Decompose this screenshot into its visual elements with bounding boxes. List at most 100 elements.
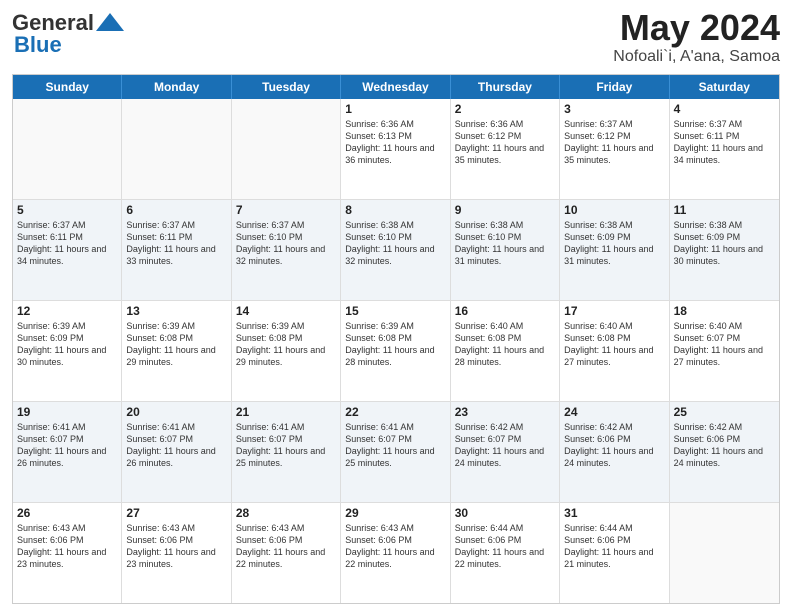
day-number: 29	[345, 506, 445, 520]
calendar-header: Sunday Monday Tuesday Wednesday Thursday…	[13, 75, 779, 99]
day-info: Sunrise: 6:43 AM Sunset: 6:06 PM Dayligh…	[236, 522, 336, 571]
calendar-week-5: 26 Sunrise: 6:43 AM Sunset: 6:06 PM Dayli…	[13, 502, 779, 603]
calendar-cell: 17 Sunrise: 6:40 AM Sunset: 6:08 PM Dayli…	[560, 301, 669, 401]
calendar-cell: 8 Sunrise: 6:38 AM Sunset: 6:10 PM Daylig…	[341, 200, 450, 300]
calendar-cell: 28 Sunrise: 6:43 AM Sunset: 6:06 PM Dayli…	[232, 503, 341, 603]
day-number: 27	[126, 506, 226, 520]
day-info: Sunrise: 6:41 AM Sunset: 6:07 PM Dayligh…	[345, 421, 445, 470]
day-info: Sunrise: 6:36 AM Sunset: 6:12 PM Dayligh…	[455, 118, 555, 167]
calendar-cell: 5Sunrise: 6:37 AM Sunset: 6:11 PM Daylig…	[13, 200, 122, 300]
day-number: 5	[17, 203, 117, 217]
calendar-cell: 3 Sunrise: 6:37 AM Sunset: 6:12 PM Daylig…	[560, 99, 669, 199]
calendar: Sunday Monday Tuesday Wednesday Thursday…	[12, 74, 780, 604]
day-info: Sunrise: 6:40 AM Sunset: 6:08 PM Dayligh…	[564, 320, 664, 369]
calendar-cell: 30 Sunrise: 6:44 AM Sunset: 6:06 PM Dayli…	[451, 503, 560, 603]
day-number: 10	[564, 203, 664, 217]
day-info: Sunrise: 6:43 AM Sunset: 6:06 PM Dayligh…	[126, 522, 226, 571]
day-info: Sunrise: 6:39 AM Sunset: 6:09 PM Dayligh…	[17, 320, 117, 369]
calendar-cell: 19 Sunrise: 6:41 AM Sunset: 6:07 PM Dayli…	[13, 402, 122, 502]
day-info: Sunrise: 6:38 AM Sunset: 6:10 PM Dayligh…	[455, 219, 555, 268]
calendar-cell: 31Sunrise: 6:44 AM Sunset: 6:06 PM Dayli…	[560, 503, 669, 603]
header-tuesday: Tuesday	[232, 75, 341, 99]
day-info: Sunrise: 6:40 AM Sunset: 6:08 PM Dayligh…	[455, 320, 555, 369]
day-number: 18	[674, 304, 775, 318]
day-info: Sunrise: 6:42 AM Sunset: 6:06 PM Dayligh…	[564, 421, 664, 470]
logo: General Blue	[12, 10, 124, 58]
day-number: 11	[674, 203, 775, 217]
day-number: 23	[455, 405, 555, 419]
day-number: 21	[236, 405, 336, 419]
logo-blue-text: Blue	[14, 32, 62, 58]
calendar-cell: 13 Sunrise: 6:39 AM Sunset: 6:08 PM Dayli…	[122, 301, 231, 401]
day-number: 8	[345, 203, 445, 217]
calendar-week-4: 19 Sunrise: 6:41 AM Sunset: 6:07 PM Dayli…	[13, 401, 779, 502]
page: General Blue May 2024 Nofoali`i, A'ana, …	[0, 0, 792, 612]
day-number: 17	[564, 304, 664, 318]
calendar-cell: 9 Sunrise: 6:38 AM Sunset: 6:10 PM Daylig…	[451, 200, 560, 300]
calendar-cell: 22 Sunrise: 6:41 AM Sunset: 6:07 PM Dayli…	[341, 402, 450, 502]
calendar-cell: 25 Sunrise: 6:42 AM Sunset: 6:06 PM Dayli…	[670, 402, 779, 502]
header-thursday: Thursday	[451, 75, 560, 99]
calendar-cell	[232, 99, 341, 199]
calendar-subtitle: Nofoali`i, A'ana, Samoa	[613, 48, 780, 66]
calendar-cell: 7Sunrise: 6:37 AM Sunset: 6:10 PM Daylig…	[232, 200, 341, 300]
day-number: 20	[126, 405, 226, 419]
day-number: 28	[236, 506, 336, 520]
day-number: 13	[126, 304, 226, 318]
day-number: 19	[17, 405, 117, 419]
day-info: Sunrise: 6:41 AM Sunset: 6:07 PM Dayligh…	[236, 421, 336, 470]
calendar-cell: 26Sunrise: 6:43 AM Sunset: 6:06 PM Dayli…	[13, 503, 122, 603]
day-number: 7	[236, 203, 336, 217]
day-number: 3	[564, 102, 664, 116]
day-info: Sunrise: 6:43 AM Sunset: 6:06 PM Dayligh…	[345, 522, 445, 571]
day-info: Sunrise: 6:44 AM Sunset: 6:06 PM Dayligh…	[455, 522, 555, 571]
calendar-cell: 11 Sunrise: 6:38 AM Sunset: 6:09 PM Dayli…	[670, 200, 779, 300]
calendar-cell: 6 Sunrise: 6:37 AM Sunset: 6:11 PM Daylig…	[122, 200, 231, 300]
day-info: Sunrise: 6:39 AM Sunset: 6:08 PM Dayligh…	[126, 320, 226, 369]
calendar-cell: 20Sunrise: 6:41 AM Sunset: 6:07 PM Dayli…	[122, 402, 231, 502]
header-friday: Friday	[560, 75, 669, 99]
calendar-cell	[122, 99, 231, 199]
day-info: Sunrise: 6:37 AM Sunset: 6:11 PM Dayligh…	[126, 219, 226, 268]
day-info: Sunrise: 6:39 AM Sunset: 6:08 PM Dayligh…	[236, 320, 336, 369]
calendar-cell: 15Sunrise: 6:39 AM Sunset: 6:08 PM Dayli…	[341, 301, 450, 401]
calendar-week-1: 1Sunrise: 6:36 AM Sunset: 6:13 PM Daylig…	[13, 99, 779, 199]
title-block: May 2024 Nofoali`i, A'ana, Samoa	[613, 10, 780, 66]
header-wednesday: Wednesday	[341, 75, 450, 99]
day-number: 30	[455, 506, 555, 520]
day-number: 15	[345, 304, 445, 318]
day-number: 31	[564, 506, 664, 520]
calendar-cell: 14 Sunrise: 6:39 AM Sunset: 6:08 PM Dayli…	[232, 301, 341, 401]
calendar-cell: 29 Sunrise: 6:43 AM Sunset: 6:06 PM Dayli…	[341, 503, 450, 603]
header-monday: Monday	[122, 75, 231, 99]
day-info: Sunrise: 6:38 AM Sunset: 6:10 PM Dayligh…	[345, 219, 445, 268]
day-number: 9	[455, 203, 555, 217]
day-info: Sunrise: 6:36 AM Sunset: 6:13 PM Dayligh…	[345, 118, 445, 167]
calendar-cell: 24 Sunrise: 6:42 AM Sunset: 6:06 PM Dayli…	[560, 402, 669, 502]
calendar-cell: 10 Sunrise: 6:38 AM Sunset: 6:09 PM Dayli…	[560, 200, 669, 300]
day-number: 4	[674, 102, 775, 116]
day-number: 22	[345, 405, 445, 419]
day-info: Sunrise: 6:41 AM Sunset: 6:07 PM Dayligh…	[17, 421, 117, 470]
day-number: 12	[17, 304, 117, 318]
day-number: 14	[236, 304, 336, 318]
logo-triangle-icon	[96, 11, 124, 33]
header: General Blue May 2024 Nofoali`i, A'ana, …	[12, 10, 780, 66]
calendar-title: May 2024	[613, 10, 780, 46]
day-info: Sunrise: 6:37 AM Sunset: 6:11 PM Dayligh…	[674, 118, 775, 167]
calendar-cell: 21 Sunrise: 6:41 AM Sunset: 6:07 PM Dayli…	[232, 402, 341, 502]
day-info: Sunrise: 6:37 AM Sunset: 6:12 PM Dayligh…	[564, 118, 664, 167]
day-info: Sunrise: 6:42 AM Sunset: 6:06 PM Dayligh…	[674, 421, 775, 470]
header-sunday: Sunday	[13, 75, 122, 99]
header-saturday: Saturday	[670, 75, 779, 99]
day-number: 25	[674, 405, 775, 419]
calendar-cell: 4 Sunrise: 6:37 AM Sunset: 6:11 PM Daylig…	[670, 99, 779, 199]
calendar-cell: 2Sunrise: 6:36 AM Sunset: 6:12 PM Daylig…	[451, 99, 560, 199]
day-number: 26	[17, 506, 117, 520]
day-number: 6	[126, 203, 226, 217]
calendar-cell: 12 Sunrise: 6:39 AM Sunset: 6:09 PM Dayli…	[13, 301, 122, 401]
day-number: 24	[564, 405, 664, 419]
calendar-week-3: 12 Sunrise: 6:39 AM Sunset: 6:09 PM Dayli…	[13, 300, 779, 401]
day-info: Sunrise: 6:38 AM Sunset: 6:09 PM Dayligh…	[564, 219, 664, 268]
day-info: Sunrise: 6:38 AM Sunset: 6:09 PM Dayligh…	[674, 219, 775, 268]
